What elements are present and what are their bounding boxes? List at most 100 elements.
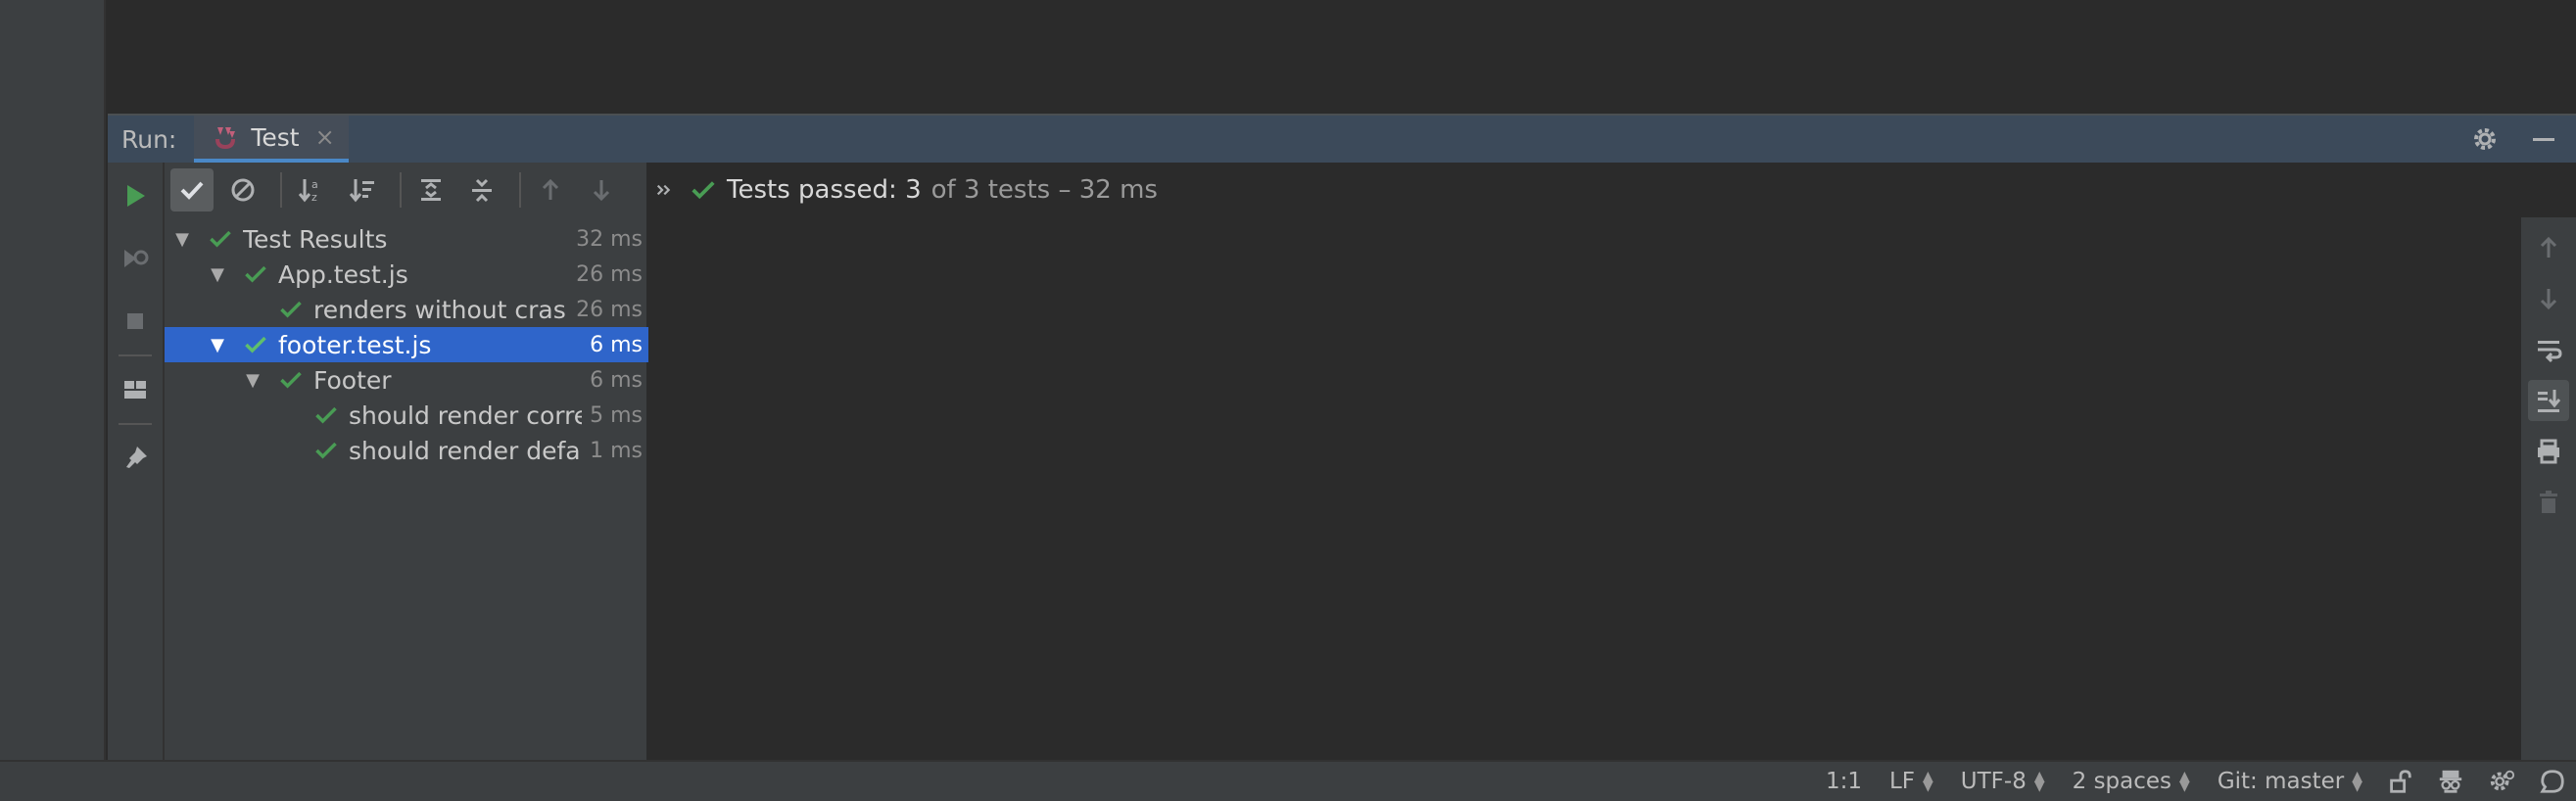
chevron-updown-icon: ▲ ▼ <box>1923 769 1933 794</box>
expand-arrow-icon[interactable]: ▼ <box>172 229 192 250</box>
tab-test-label: Test <box>251 122 300 152</box>
gear-icon[interactable] <box>2470 124 2500 154</box>
rerun-failed-icon <box>124 250 149 267</box>
collapse-all-button[interactable] <box>460 168 503 212</box>
tree-row-label: should render corre <box>349 400 582 430</box>
expand-all-button[interactable] <box>409 168 453 212</box>
tree-row-renders-without-crashing[interactable]: renders without cras 26 ms <box>165 292 648 327</box>
console-output[interactable] <box>648 217 2521 760</box>
tree-row-label: should render defau <box>349 436 582 465</box>
tree-row-test-results[interactable]: ▼ Test Results 32 ms <box>165 221 648 257</box>
left-tool-strip <box>0 0 106 760</box>
tab-test[interactable]: Test × <box>194 116 349 163</box>
sort-duration-icon <box>349 179 374 203</box>
line-separator-widget[interactable]: LF ▲ ▼ <box>1889 769 1933 794</box>
stop-icon <box>127 313 143 329</box>
run-label: Run: <box>121 124 177 154</box>
gear-icon[interactable] <box>2488 768 2515 795</box>
soft-wrap-button[interactable] <box>2528 329 2569 370</box>
sort-alphabetically-icon: a z <box>298 178 318 204</box>
stop-button[interactable] <box>116 302 155 341</box>
tree-row-time: 26 ms <box>576 261 643 287</box>
pin-button[interactable] <box>116 439 155 478</box>
check-icon <box>315 406 337 424</box>
run-vertical-toolbar <box>108 163 165 760</box>
scroll-to-end-icon <box>2538 390 2561 412</box>
tree-toolbar: a z <box>165 163 646 217</box>
print-button[interactable] <box>2528 431 2569 472</box>
tree-row-label: renders without cras <box>313 295 566 324</box>
svg-text:a: a <box>311 178 318 191</box>
check-icon <box>692 181 715 200</box>
expand-arrow-icon[interactable]: ▼ <box>208 264 227 285</box>
more-icon[interactable] <box>654 179 676 201</box>
test-results-tree: ▼ Test Results 32 ms ▼ App.test.js 26 ms… <box>165 221 648 468</box>
sort-duration-button[interactable] <box>341 168 384 212</box>
tree-row-app-test[interactable]: ▼ App.test.js 26 ms <box>165 257 648 292</box>
arrow-down-icon <box>593 180 610 202</box>
indent-widget[interactable]: 2 spaces ▲ ▼ <box>2073 769 2190 794</box>
scroll-up-button[interactable] <box>2528 227 2569 268</box>
toolbar-separator <box>119 423 152 425</box>
show-passed-button[interactable] <box>170 168 214 212</box>
soft-wrap-icon <box>2538 341 2562 363</box>
svg-text:z: z <box>311 191 317 204</box>
tree-row-time: 6 ms <box>590 367 643 393</box>
clear-all-button[interactable] <box>2528 482 2569 523</box>
tree-row-footer-test[interactable]: ▼ footer.test.js 6 ms <box>165 327 648 362</box>
tree-row-label: Footer <box>313 365 392 395</box>
tree-row-should-render-default[interactable]: should render defau 1 ms <box>165 433 648 468</box>
show-ignored-button[interactable] <box>221 168 264 212</box>
tree-row-label: App.test.js <box>278 259 408 289</box>
play-icon <box>127 185 145 207</box>
tree-row-footer[interactable]: ▼ Footer 6 ms <box>165 362 648 398</box>
close-icon[interactable]: × <box>315 123 335 151</box>
rerun-failed-button[interactable] <box>116 239 155 278</box>
toolbar-separator <box>400 172 402 208</box>
inspector-icon[interactable] <box>2437 768 2464 795</box>
check-icon <box>245 265 266 283</box>
layout-icon <box>124 381 146 399</box>
tree-row-label: footer.test.js <box>278 330 432 359</box>
encoding-label: UTF-8 <box>1960 769 2027 794</box>
event-log-icon[interactable] <box>2539 768 2566 795</box>
rerun-button[interactable] <box>116 176 155 215</box>
status-bar: 1:1 LF ▲ ▼ UTF-8 ▲ ▼ 2 spaces ▲ ▼ Git: mast… <box>0 760 2576 801</box>
toolbar-separator <box>519 172 521 208</box>
print-icon <box>2538 439 2559 464</box>
caret-position[interactable]: 1:1 <box>1826 769 1862 794</box>
check-icon <box>180 181 204 200</box>
minimize-icon[interactable] <box>2529 124 2558 154</box>
tree-row-should-render-correctly[interactable]: should render corre 5 ms <box>165 398 648 433</box>
line-separator-label: LF <box>1888 769 1916 794</box>
git-branch-label: Git: master <box>2217 769 2345 794</box>
scroll-down-button[interactable] <box>2528 278 2569 319</box>
scroll-to-end-button[interactable] <box>2528 380 2569 421</box>
trash-icon <box>2540 491 2557 513</box>
check-icon <box>280 301 302 318</box>
encoding-widget[interactable]: UTF-8 ▲ ▼ <box>1961 769 2045 794</box>
check-icon <box>280 371 302 389</box>
tree-row-time: 5 ms <box>590 402 643 428</box>
tree-row-time: 6 ms <box>584 332 643 357</box>
tests-passed-summary: Tests passed: 3 <box>727 175 922 205</box>
sort-alphabetically-button[interactable]: a z <box>290 168 333 212</box>
arrow-up-icon <box>2540 236 2557 258</box>
previous-failed-button[interactable] <box>529 168 572 212</box>
indent-label: 2 spaces <box>2072 769 2172 794</box>
git-branch-widget[interactable]: Git: master ▲ ▼ <box>2218 769 2362 794</box>
chevron-updown-icon: ▲ ▼ <box>2352 769 2362 794</box>
collapse-all-icon <box>472 178 492 203</box>
unlock-icon[interactable] <box>2386 768 2413 795</box>
next-failed-button[interactable] <box>580 168 623 212</box>
expand-arrow-icon[interactable]: ▼ <box>243 370 262 391</box>
tree-row-label: Test Results <box>243 224 388 254</box>
tests-passed-detail: of 3 tests – 32 ms <box>930 175 1158 205</box>
layout-button[interactable] <box>116 370 155 409</box>
tree-row-time: 32 ms <box>576 226 643 252</box>
check-icon <box>245 336 266 353</box>
arrow-up-icon <box>542 178 559 200</box>
run-tool-window-header: Run: Test × <box>108 114 2576 163</box>
expand-arrow-icon[interactable]: ▼ <box>208 335 227 355</box>
jest-icon <box>215 127 236 149</box>
